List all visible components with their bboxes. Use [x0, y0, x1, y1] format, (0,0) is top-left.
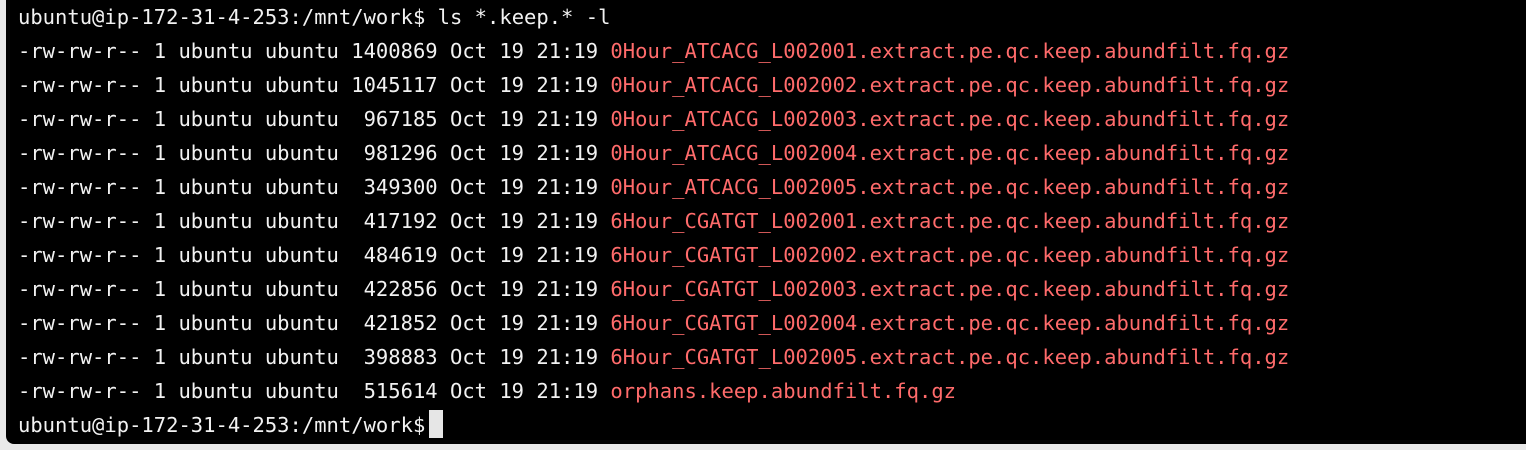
- file-name: 6Hour_CGATGT_L002002.extract.pe.qc.keep.…: [610, 243, 1290, 267]
- file-name: 0Hour_ATCACG_L002004.extract.pe.qc.keep.…: [610, 141, 1290, 165]
- file-name: 0Hour_ATCACG_L002002.extract.pe.qc.keep.…: [610, 73, 1290, 97]
- file-name: 6Hour_CGATGT_L002001.extract.pe.qc.keep.…: [610, 209, 1290, 233]
- file-name: 6Hour_CGATGT_L002004.extract.pe.qc.keep.…: [610, 311, 1290, 335]
- listing-row: -rw-rw-r-- 1 ubuntu ubuntu 398883 Oct 19…: [18, 340, 1289, 374]
- listing-row: -rw-rw-r-- 1 ubuntu ubuntu 349300 Oct 19…: [18, 170, 1289, 204]
- listing-row: -rw-rw-r-- 1 ubuntu ubuntu 981296 Oct 19…: [18, 136, 1289, 170]
- file-metadata: -rw-rw-r-- 1 ubuntu ubuntu 421852 Oct 19…: [18, 311, 611, 335]
- file-metadata: -rw-rw-r-- 1 ubuntu ubuntu 417192 Oct 19…: [18, 209, 611, 233]
- input-line[interactable]: ubuntu@ip-172-31-4-253:/mnt/work$: [18, 408, 444, 442]
- file-name: 0Hour_ATCACG_L002003.extract.pe.qc.keep.…: [610, 107, 1290, 131]
- shell-prompt: ubuntu@ip-172-31-4-253:/mnt/work$: [18, 5, 426, 29]
- file-metadata: -rw-rw-r-- 1 ubuntu ubuntu 349300 Oct 19…: [18, 175, 611, 199]
- text-cursor: [429, 410, 444, 438]
- file-metadata: -rw-rw-r-- 1 ubuntu ubuntu 398883 Oct 19…: [18, 345, 611, 369]
- file-metadata: -rw-rw-r-- 1 ubuntu ubuntu 422856 Oct 19…: [18, 277, 611, 301]
- file-name: 0Hour_ATCACG_L002005.extract.pe.qc.keep.…: [610, 175, 1290, 199]
- file-metadata: -rw-rw-r-- 1 ubuntu ubuntu 1400869 Oct 1…: [18, 39, 611, 63]
- listing-row: -rw-rw-r-- 1 ubuntu ubuntu 422856 Oct 19…: [18, 272, 1289, 306]
- listing-row: -rw-rw-r-- 1 ubuntu ubuntu 417192 Oct 19…: [18, 204, 1289, 238]
- file-name: orphans.keep.abundfilt.fq.gz: [610, 379, 956, 403]
- listing-row: -rw-rw-r-- 1 ubuntu ubuntu 421852 Oct 19…: [18, 306, 1289, 340]
- file-metadata: -rw-rw-r-- 1 ubuntu ubuntu 515614 Oct 19…: [18, 379, 611, 403]
- listing-row: -rw-rw-r-- 1 ubuntu ubuntu 1045117 Oct 1…: [18, 68, 1289, 102]
- listing-row: -rw-rw-r-- 1 ubuntu ubuntu 515614 Oct 19…: [18, 374, 956, 408]
- window-frame: ubuntu@ip-172-31-4-253:/mnt/work$ ls *.k…: [0, 0, 1526, 450]
- file-metadata: -rw-rw-r-- 1 ubuntu ubuntu 967185 Oct 19…: [18, 107, 611, 131]
- listing-row: -rw-rw-r-- 1 ubuntu ubuntu 1400869 Oct 1…: [18, 34, 1289, 68]
- listing-row: -rw-rw-r-- 1 ubuntu ubuntu 484619 Oct 19…: [18, 238, 1289, 272]
- terminal-output: ubuntu@ip-172-31-4-253:/mnt/work$ ls *.k…: [18, 0, 1526, 444]
- file-metadata: -rw-rw-r-- 1 ubuntu ubuntu 981296 Oct 19…: [18, 141, 611, 165]
- terminal-window[interactable]: ubuntu@ip-172-31-4-253:/mnt/work$ ls *.k…: [6, 0, 1526, 444]
- file-metadata: -rw-rw-r-- 1 ubuntu ubuntu 484619 Oct 19…: [18, 243, 611, 267]
- command-text: ls *.keep.* -l: [425, 5, 611, 29]
- listing-row: -rw-rw-r-- 1 ubuntu ubuntu 967185 Oct 19…: [18, 102, 1289, 136]
- file-metadata: -rw-rw-r-- 1 ubuntu ubuntu 1045117 Oct 1…: [18, 73, 611, 97]
- file-name: 6Hour_CGATGT_L002005.extract.pe.qc.keep.…: [610, 345, 1290, 369]
- file-name: 0Hour_ATCACG_L002001.extract.pe.qc.keep.…: [610, 39, 1290, 63]
- file-name: 6Hour_CGATGT_L002003.extract.pe.qc.keep.…: [610, 277, 1290, 301]
- shell-prompt: ubuntu@ip-172-31-4-253:/mnt/work$: [18, 413, 426, 437]
- command-line: ubuntu@ip-172-31-4-253:/mnt/work$ ls *.k…: [18, 0, 610, 34]
